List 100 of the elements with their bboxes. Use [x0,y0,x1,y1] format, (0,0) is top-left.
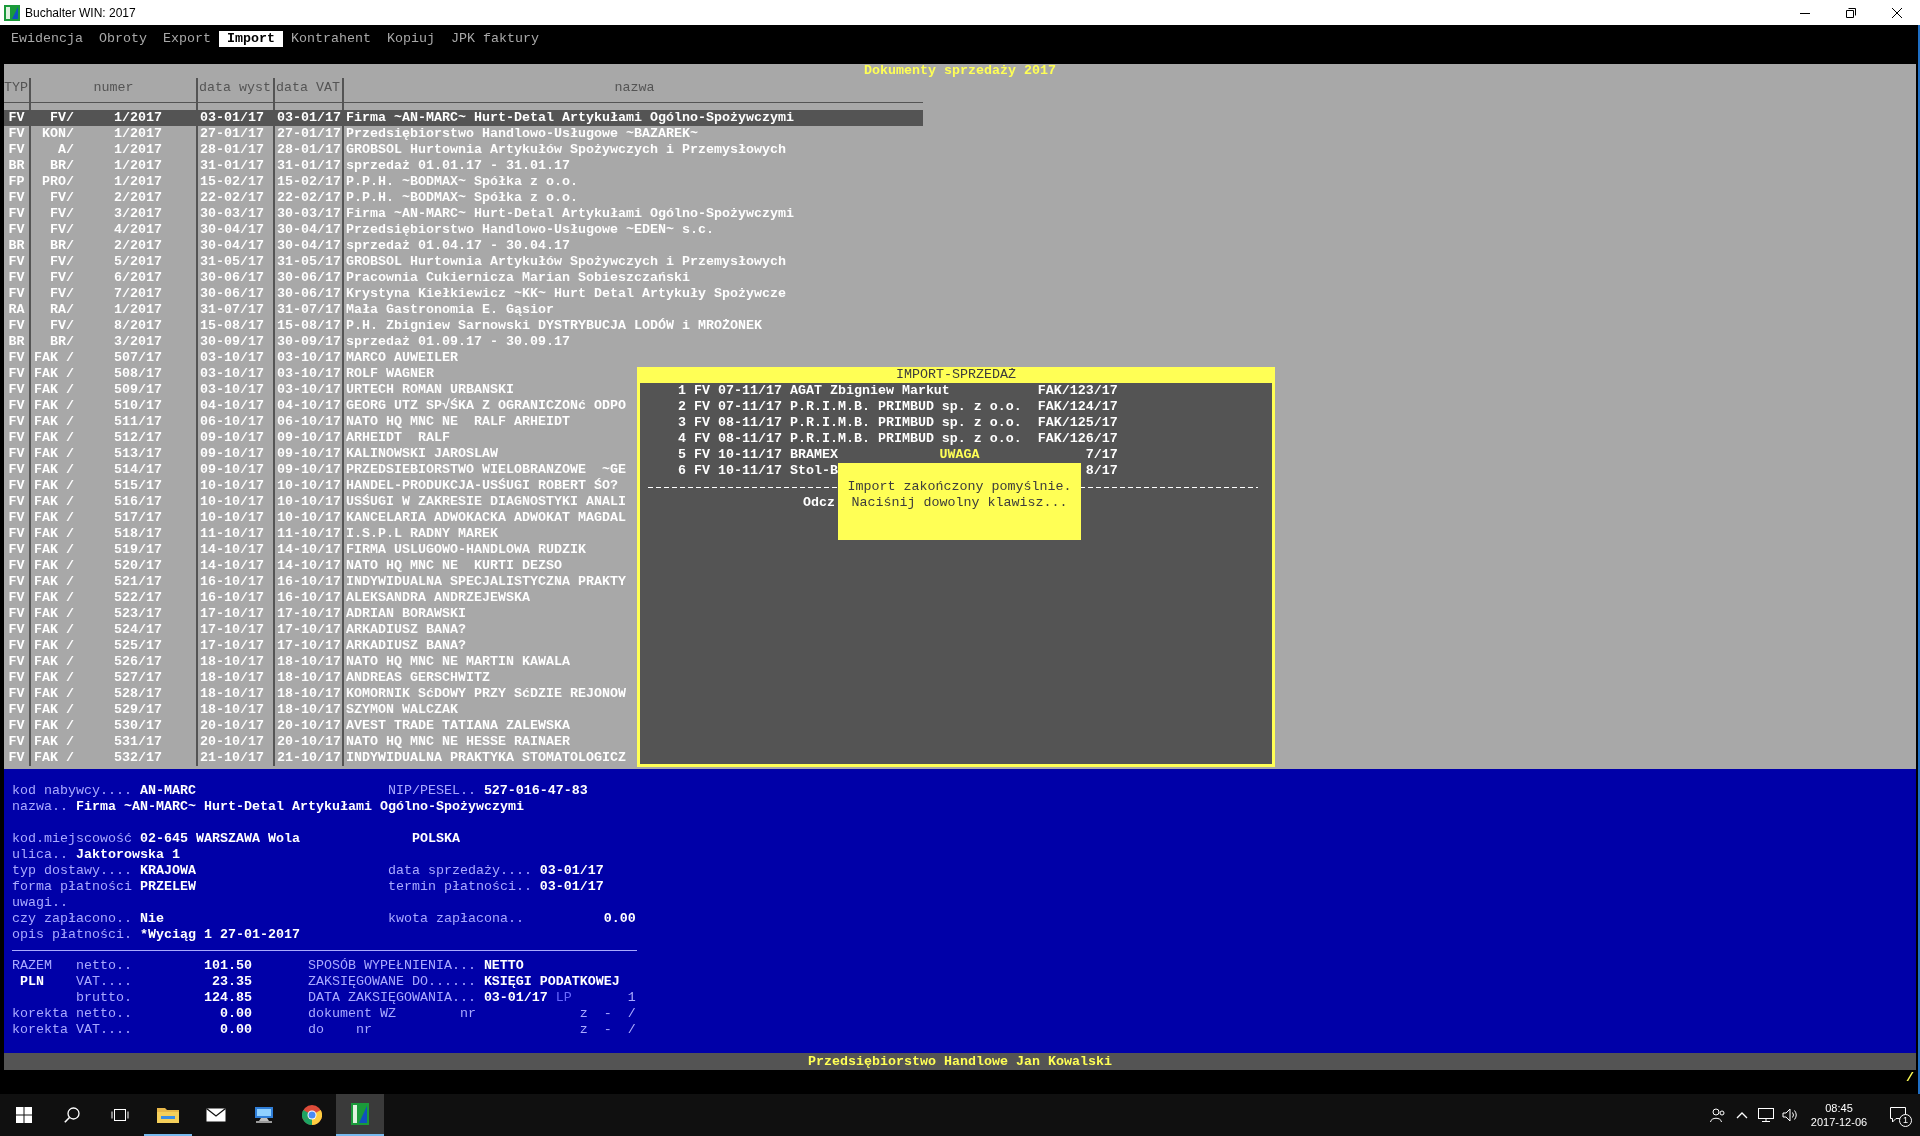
document-series: FAK / [34,494,74,510]
document-type: FV [8,350,25,366]
menu-item[interactable]: Ewidencja [3,31,91,47]
table-row[interactable]: FV FAK / 532/17 21-10/17 21-10/17 INDYWIDUALNA PRAKTYKA STOMATOLOGICZ [4,750,923,766]
document-type: FV [8,494,25,510]
contractor-name: Przedsiębiorstwo Handlowo-Usługowe ~BAZAREK~ [346,126,698,142]
table-row[interactable]: FV FAK / 525/17 17-10/17 17-10/17 ARKADIUSZ BANA? [4,638,923,654]
item-type: FV [693,463,710,479]
issue-date: 14-10/17 [200,558,264,574]
document-type: FV [8,702,25,718]
item-name: AGAT Zbigniew Markut [789,383,950,399]
vat-date: 30-06/17 [277,286,341,302]
vat-date: 31-01/17 [277,158,341,174]
issue-date: 03-10/17 [200,382,264,398]
notification-badge: 1 [1899,1114,1912,1127]
field-value: 03-01/17 [483,990,548,1006]
issue-date: 30-03/17 [200,206,264,222]
table-row[interactable]: FV FV/ 3/2017 30-03/17 30-03/17 Firma ~AN-MARC~ Hurt-Detal Artykułami Ogólno-Spożywczymi [4,206,923,222]
table-row[interactable]: FV FV/ 8/2017 15-08/17 15-08/17 P.H. Zbigniew Sarnowski DYSTRYBUCJA LODÓW i MROŻONEK [4,318,923,334]
table-row[interactable]: FV FV/ 5/2017 31-05/17 31-05/17 GROBSOL Hurtownia Artykułów Spożywczych i Przemysłowych [4,254,923,270]
table-row[interactable]: FV FAK / 528/17 18-10/17 18-10/17 KOMORNIK SćDOWY PRZY SćDZIE REJONOW [4,686,923,702]
vat-date: 03-01/17 [277,110,341,126]
contractor-name: Mała Gastronomia E. Gąsior [346,302,554,318]
document-series: FV/ [50,222,74,238]
table-row[interactable]: FV A/ 1/2017 28-01/17 28-01/17 GROBSOL Hurtownia Artykułów Spożywczych i Przemysłowych [4,142,923,158]
document-series: FAK / [34,558,74,574]
menu-item[interactable]: Import [219,31,283,47]
vat-date: 30-03/17 [277,206,341,222]
field-value: NETTO [483,958,524,974]
document-number: 521/17 [113,574,162,590]
vat-date: 03-10/17 [277,382,341,398]
document-type: BR [8,158,25,174]
field-label: z - / [579,1022,636,1038]
document-number: 516/17 [113,494,162,510]
document-series: FV/ [50,190,74,206]
document-number: 520/17 [113,558,162,574]
clock-date: 2017-12-06 [1809,1115,1869,1129]
app-icon [351,1103,369,1125]
table-row[interactable]: FV FV/ 4/2017 30-04/17 30-04/17 Przedsiębiorstwo Handlowo-Usługowe ~EDEN~ s.c. [4,222,923,238]
table-row[interactable]: FV FAK / 517/17 10-10/17 10-10/17 KANCELARIA ADWOKACKA ADWOKAT MAGDAL [4,510,923,526]
table-row[interactable]: FV FV/ 1/2017 03-01/17 03-01/17 Firma ~AN-MARC~ Hurt-Detal Artykułami Ogólno-Spożywczymi [4,110,923,126]
table-row[interactable]: FV KON/ 1/2017 27-01/17 27-01/17 Przedsiębiorstwo Handlowo-Usługowe ~BAZAREK~ [4,126,923,142]
table-row[interactable]: FV FAK / 520/17 14-10/17 14-10/17 NATO HQ MNC NE KURTI DEZSO [4,558,923,574]
field-label: kod.miejscowość [12,831,132,847]
field-label: typ dostawy.... [12,863,132,879]
table-row[interactable]: FV FV/ 7/2017 30-06/17 30-06/17 Krystyna Kiełkiewicz ~KK~ Hurt Detal Artykuły Spożywcze [4,286,923,302]
table-row[interactable]: RA RA/ 1/2017 31-07/17 31-07/17 Mała Gastronomia E. Gąsior [4,302,923,318]
document-series: FAK / [34,702,74,718]
field-label: nazwa.. [12,799,68,815]
table-row[interactable]: FV FAK / 527/17 18-10/17 18-10/17 ANDREAS GERSCHWITZ [4,670,923,686]
issue-date: 17-10/17 [200,638,264,654]
vat-date: 06-10/17 [277,414,341,430]
contractor-name: P.P.H. ~BODMAX~ Spółka z o.o. [346,174,578,190]
document-type: FV [8,622,25,638]
table-row[interactable]: FV FAK / 522/17 16-10/17 16-10/17 ALEKSANDRA ANDRZEJEWSKA [4,590,923,606]
item-name: P.R.I.M.B. PRIMBUD sp. z o.o. [789,431,1022,447]
field-label: kod nabywcy.... [12,783,132,799]
taskbar-button[interactable] [336,1094,384,1136]
vat-date: 31-07/17 [277,302,341,318]
table-row[interactable]: FV FAK / 523/17 17-10/17 17-10/17 ADRIAN BORAWSKI [4,606,923,622]
table-row[interactable]: FV FAK / 507/17 03-10/17 03-10/17 MARCO AUWEILER [4,350,923,366]
document-type: FV [8,414,25,430]
notifications-button[interactable]: 1 [1876,1094,1920,1136]
contractor-name: URTECH ROMAN URBANSKI [346,382,514,398]
vat-date: 03-10/17 [277,350,341,366]
table-row[interactable]: FV FV/ 2/2017 22-02/17 22-02/17 P.P.H. ~BODMAX~ Spółka z o.o. [4,190,923,206]
menu-item[interactable]: JPK faktury [442,31,547,47]
menu-item[interactable]: Obroty [91,31,155,47]
document-series: FAK / [34,398,74,414]
table-row[interactable]: BR BR/ 3/2017 30-09/17 30-09/17 sprzedaż 01.09.17 - 30.09.17 [4,334,923,350]
document-number: 523/17 [113,606,162,622]
table-row[interactable]: FV FAK / 531/17 20-10/17 20-10/17 NATO HQ MNC NE HESSE RAINAER [4,734,923,750]
table-row[interactable]: BR BR/ 1/2017 31-01/17 31-01/17 sprzedaż 01.01.17 - 31.01.17 [4,158,923,174]
table-row[interactable]: FV FAK / 521/17 16-10/17 16-10/17 INDYWIDUALNA SPECJALISTYCZNA PRAKTY [4,574,923,590]
document-number: 514/17 [113,462,162,478]
table-row[interactable]: FV FAK / 526/17 18-10/17 18-10/17 NATO HQ MNC NE MARTIN KAWALA [4,654,923,670]
document-series: FAK / [34,574,74,590]
document-series: FAK / [34,622,74,638]
task-view-icon [111,1107,129,1123]
table-row[interactable]: FP PRO/ 1/2017 15-02/17 15-02/17 P.P.H. ~BODMAX~ Spółka z o.o. [4,174,923,190]
menu-item[interactable]: Export [155,31,219,47]
vat-date: 20-10/17 [277,734,341,750]
issue-date: 22-02/17 [200,190,264,206]
table-row[interactable]: FV FAK / 519/17 14-10/17 14-10/17 FIRMA USLUGOWO-HANDLOWA RUDZIK [4,542,923,558]
table-row[interactable]: FV FAK / 530/17 20-10/17 20-10/17 AVEST TRADE TATIANA ZALEWSKA [4,718,923,734]
issue-date: 09-10/17 [200,462,264,478]
issue-date: 16-10/17 [200,590,264,606]
document-series: FV/ [50,254,74,270]
table-row[interactable]: FV FAK / 529/17 18-10/17 18-10/17 SZYMON WALCZAK [4,702,923,718]
table-row[interactable]: FV FAK / 518/17 11-10/17 11-10/17 I.S.P.L RADNY MAREK [4,526,923,542]
document-number: 3/2017 [113,334,162,350]
menu-item[interactable]: Kontrahent [283,31,379,47]
table-row[interactable]: BR BR/ 2/2017 30-04/17 30-04/17 sprzedaż 01.04.17 - 30.04.17 [4,238,923,254]
table-row[interactable]: FV FV/ 6/2017 30-06/17 30-06/17 Pracownia Cukiernicza Marian Sobieszczański [4,270,923,286]
clock-button[interactable]: 08:45 2017-12-06 [1802,1101,1876,1129]
vat-date: 14-10/17 [277,542,341,558]
issue-date: 09-10/17 [200,430,264,446]
issue-date: 30-09/17 [200,334,264,350]
menu-item[interactable]: Kopiuj [378,31,443,47]
table-row[interactable]: FV FAK / 524/17 17-10/17 17-10/17 ARKADIUSZ BANA? [4,622,923,638]
